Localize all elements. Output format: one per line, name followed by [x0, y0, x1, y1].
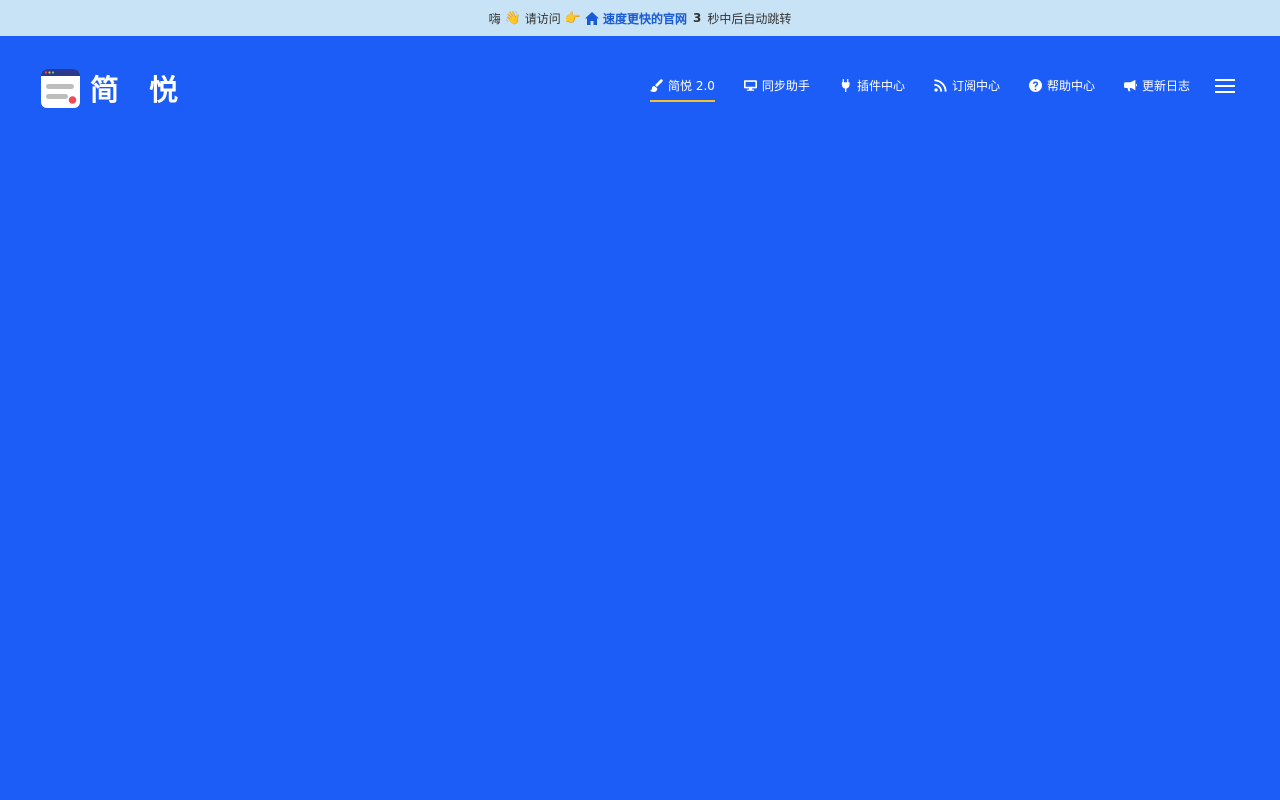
plug-icon	[841, 78, 850, 92]
megaphone-icon	[1123, 79, 1137, 91]
main-nav: 简悦 2.0 同步助手 插件中心 订阅中心 帮助中心 更新日志	[650, 76, 1190, 102]
nav-item-subscription-center[interactable]: 订阅中心	[934, 76, 1000, 102]
official-site-link[interactable]: 速度更快的官网	[585, 10, 687, 27]
nav-item-label: 帮助中心	[1046, 78, 1095, 93]
question-circle-icon	[1028, 78, 1042, 92]
pointing-hand-icon: 👉	[564, 10, 581, 26]
redirect-notice-bar: 嗨 👋 请访问 👉 速度更快的官网 3 秒中后自动跳转	[0, 0, 1280, 36]
nav-item-label: 简悦 2.0	[668, 78, 715, 93]
waving-hand-icon: 👋	[504, 10, 521, 26]
monitor-icon	[743, 79, 757, 91]
notice-suffix: 秒中后自动跳转	[707, 11, 792, 26]
nav-item-sync-assistant[interactable]: 同步助手	[743, 76, 810, 102]
nav-item-label: 同步助手	[761, 78, 810, 93]
nav-item-simpread-2[interactable]: 简悦 2.0	[650, 76, 715, 102]
notice-greeting: 嗨	[488, 11, 501, 26]
site-logo[interactable]: 简 悦	[41, 67, 188, 109]
brush-icon	[650, 78, 663, 92]
nav-item-label: 插件中心	[856, 78, 905, 93]
app-window-icon	[41, 68, 80, 108]
notice-prompt: 请访问	[524, 11, 561, 26]
nav-item-help-center[interactable]: 帮助中心	[1028, 76, 1095, 102]
menu-line	[1215, 79, 1235, 81]
nav-item-changelog[interactable]: 更新日志	[1123, 76, 1190, 102]
rss-icon	[934, 78, 947, 92]
home-icon	[585, 11, 599, 25]
official-site-link-label: 速度更快的官网	[603, 11, 688, 26]
nav-item-label: 更新日志	[1141, 78, 1190, 93]
logo-text: 简 悦	[90, 73, 189, 107]
menu-line	[1215, 91, 1235, 93]
nav-item-plugin-center[interactable]: 插件中心	[839, 76, 905, 102]
menu-line	[1215, 85, 1235, 87]
site-header: 简 悦 简悦 2.0 同步助手 插件中心 订阅中心 帮助中心 更新日志	[0, 36, 1280, 136]
nav-item-label: 订阅中心	[951, 78, 1000, 93]
redirect-countdown: 3	[693, 11, 702, 25]
hamburger-menu-icon[interactable]	[1215, 79, 1235, 93]
